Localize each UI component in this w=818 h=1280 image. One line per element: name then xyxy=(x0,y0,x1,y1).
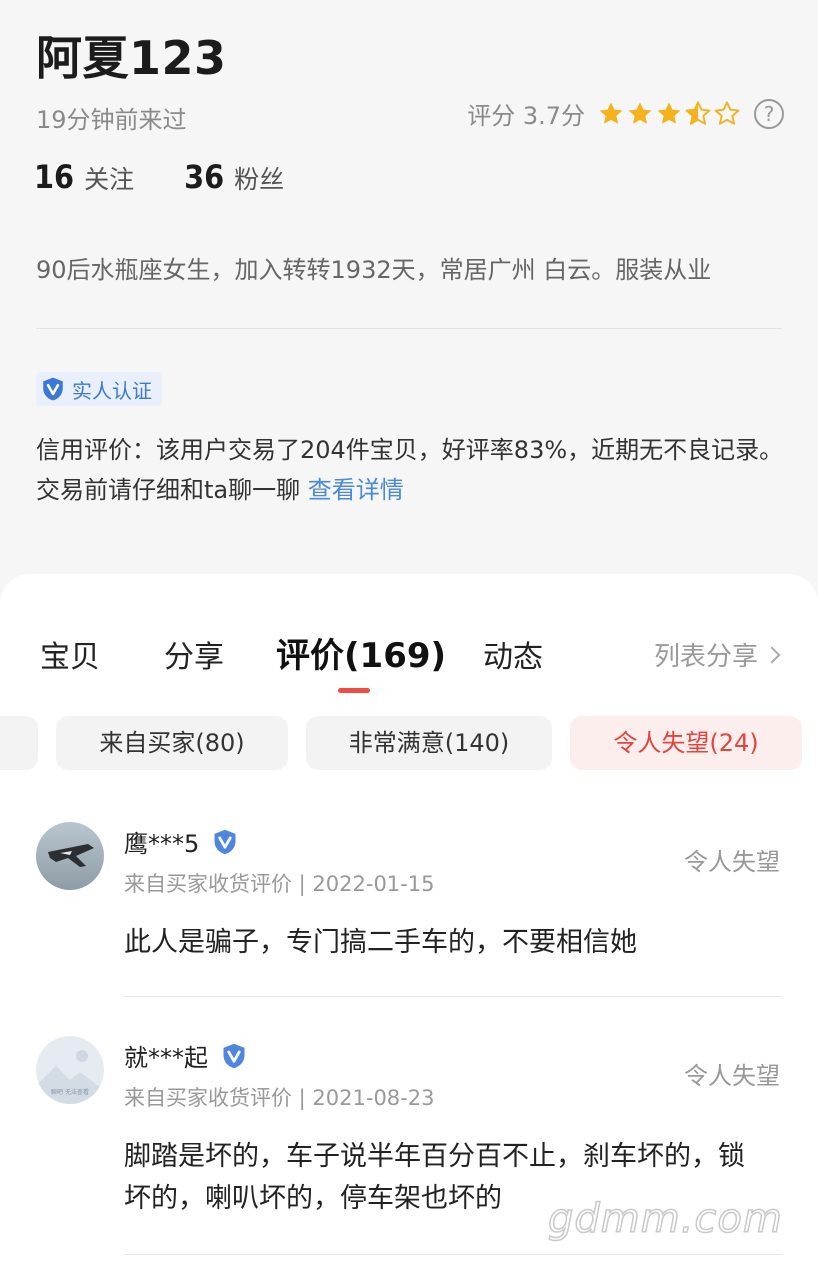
filter-chips: 来自买家(80) 非常满意(140) 令人失望(24) xyxy=(0,716,818,770)
view-details-link[interactable]: 查看详情 xyxy=(308,476,404,504)
review-divider xyxy=(124,996,782,997)
star-full-icon xyxy=(599,101,623,124)
reviewer: 就***起 xyxy=(124,1038,248,1073)
review-meta: 来自买家收货评价 | 2021-08-23 xyxy=(124,1086,435,1110)
chevron-right-icon xyxy=(763,646,781,663)
verify-label: 实人认证 xyxy=(72,378,152,403)
credit-info: 信用评价：该用户交易了204件宝贝，好评率83%，近期无不良记录。交易前请仔细和… xyxy=(36,430,786,510)
rating-stars xyxy=(597,100,742,128)
star-full-icon xyxy=(657,101,681,124)
filter-chip-partial[interactable] xyxy=(0,716,38,770)
review-rating-tag: 令人失望 xyxy=(684,1062,780,1090)
avatar-jet-image xyxy=(36,822,104,890)
avatar-placeholder-image: 聊吧 无法查看 xyxy=(36,1036,104,1104)
follow-label[interactable]: 关注 xyxy=(84,160,134,196)
rating: 评分 3.7分 ? xyxy=(467,96,784,131)
shield-check-icon xyxy=(43,377,63,401)
fans-label[interactable]: 粉丝 xyxy=(234,160,284,196)
avatar-caption: 聊吧 无法查看 xyxy=(51,1088,89,1096)
verified-shield-icon xyxy=(223,1043,245,1068)
follow-stats: 16 关注 36 粉丝 xyxy=(34,158,284,196)
star-full-icon xyxy=(628,101,652,124)
star-empty-icon xyxy=(714,100,740,125)
watermark: gdmm.com xyxy=(547,1195,783,1243)
filter-disappointing[interactable]: 令人失望(24) xyxy=(570,716,802,770)
fans-count[interactable]: 36 xyxy=(184,158,224,196)
review-rating-tag: 令人失望 xyxy=(684,848,780,876)
credit-text: 信用评价：该用户交易了204件宝贝，好评率83%，近期无不良记录。交易前请仔细和… xyxy=(36,436,784,504)
list-share-label: 列表分享 xyxy=(653,642,758,672)
verify-badge: 实人认证 xyxy=(36,372,162,406)
tab-activity[interactable]: 动态 xyxy=(483,632,543,676)
review-divider xyxy=(124,1254,782,1255)
profile-header: 阿夏123 19分钟前来过 评分 3.7分 ? 16 关注 36 粉丝 90后水… xyxy=(0,0,818,600)
verified-shield-icon xyxy=(214,829,236,854)
tab-items[interactable]: 宝贝 xyxy=(40,632,100,676)
avatar[interactable]: 聊吧 无法查看 xyxy=(36,1036,104,1104)
divider xyxy=(36,328,782,329)
tab-reviews[interactable]: 评价(169) xyxy=(276,628,446,677)
active-tab-indicator xyxy=(338,688,370,693)
reviewer-name[interactable]: 就***起 xyxy=(124,1038,208,1073)
review-text: 此人是骗子，专门搞二手车的，不要相信她 xyxy=(124,927,637,958)
filter-from-buyers[interactable]: 来自买家(80) xyxy=(56,716,288,770)
avatar[interactable] xyxy=(36,822,104,890)
bio: 90后水瓶座女生，加入转转1932天，常居广州 白云。服装从业 xyxy=(36,256,712,284)
star-half-icon xyxy=(685,100,711,125)
tab-share[interactable]: 分享 xyxy=(164,632,224,676)
reviewer-name[interactable]: 鹰***5 xyxy=(124,824,199,859)
review-item: 鹰***5 来自买家收货评价 | 2022-01-15 令人失望 此人是骗子，专… xyxy=(0,822,818,998)
filter-very-satisfied[interactable]: 非常满意(140) xyxy=(306,716,552,770)
help-icon[interactable]: ? xyxy=(754,98,784,129)
review-meta: 来自买家收货评价 | 2022-01-15 xyxy=(124,872,435,896)
follow-count[interactable]: 16 xyxy=(34,158,74,196)
username: 阿夏123 xyxy=(36,31,227,85)
list-share-button[interactable]: 列表分享 xyxy=(653,636,781,673)
last-seen: 19分钟前来过 xyxy=(36,106,187,134)
reviewer: 鹰***5 xyxy=(124,824,239,859)
rating-text: 评分 3.7分 xyxy=(467,102,585,130)
